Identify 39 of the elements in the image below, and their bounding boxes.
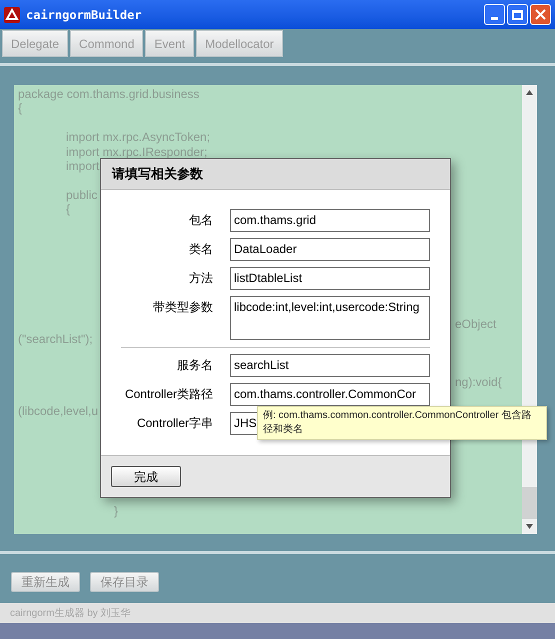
- code-line: {: [65, 202, 70, 217]
- code-line: ng):void{: [455, 374, 502, 390]
- code-line: eObject: [455, 317, 496, 332]
- input-field[interactable]: DataLoader: [230, 238, 430, 261]
- code-line: public: [65, 188, 98, 202]
- minimize-icon: [491, 17, 498, 20]
- field-label: 服务名: [176, 357, 213, 374]
- window-title: cairngormBuilder: [26, 6, 142, 24]
- input-field[interactable]: com.thams.controller.CommonCor: [230, 383, 430, 406]
- code-line: import: [65, 158, 100, 174]
- done-button[interactable]: 完成: [111, 466, 181, 487]
- code-line: import mx.rpc.IResponder;: [65, 144, 208, 159]
- code-line: import mx.rpc.AsyncToken;: [65, 130, 210, 145]
- close-button[interactable]: [530, 4, 551, 25]
- code-line: package com.thams.grid.business: [18, 87, 200, 102]
- maximize-button[interactable]: [507, 4, 528, 25]
- scroll-thumb[interactable]: [522, 487, 537, 519]
- scrollbar[interactable]: [522, 85, 537, 534]
- code-line: }: [113, 504, 118, 519]
- app-icon: [4, 6, 20, 22]
- status-text: cairngorm生成器 by 刘玉华: [10, 606, 131, 620]
- input-field[interactable]: com.thams.grid: [230, 209, 430, 232]
- field-label: Controller字串: [136, 415, 213, 432]
- field-label: Controller类路径: [124, 386, 213, 403]
- code-line: {: [18, 101, 22, 116]
- field-label: 包名: [188, 212, 213, 229]
- field-label: 带类型参数: [152, 299, 213, 316]
- minimize-button[interactable]: [484, 4, 505, 25]
- input-field[interactable]: listDtableList: [230, 267, 430, 290]
- field-label: 方法: [188, 270, 213, 287]
- input-field[interactable]: searchList: [230, 354, 430, 377]
- textarea-field[interactable]: libcode:int,level:int,usercode:String: [230, 296, 430, 340]
- close-icon: [535, 9, 546, 20]
- field-label: 类名: [188, 241, 213, 258]
- code-line: (libcode,level,u: [18, 404, 98, 418]
- tooltip: 例: com.thams.common.controller.CommonController 包含路径和类名: [257, 406, 547, 440]
- maximize-icon: [512, 10, 523, 20]
- dialog-title: 请填写相关参数: [112, 165, 203, 184]
- code-line: ("searchList");: [18, 332, 93, 346]
